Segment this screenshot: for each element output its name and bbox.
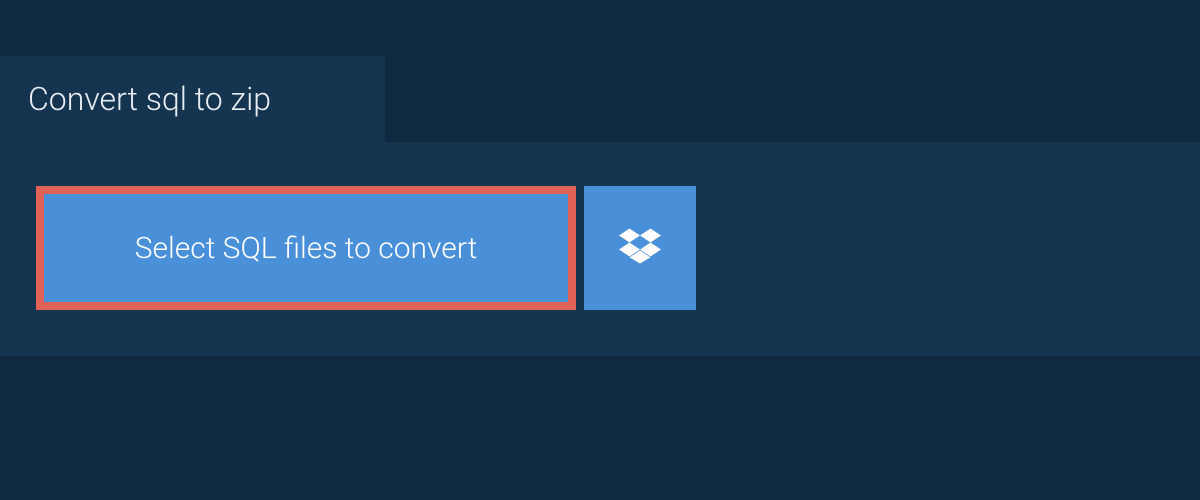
upload-panel: Select SQL files to convert [0, 142, 1200, 356]
dropbox-icon [619, 225, 661, 271]
select-files-label: Select SQL files to convert [135, 231, 478, 266]
tab-title: Convert sql to zip [0, 56, 385, 142]
dropbox-button[interactable] [584, 186, 696, 310]
select-files-button[interactable]: Select SQL files to convert [36, 186, 576, 310]
tab-title-text: Convert sql to zip [28, 80, 271, 118]
upload-row: Select SQL files to convert [36, 186, 1164, 310]
